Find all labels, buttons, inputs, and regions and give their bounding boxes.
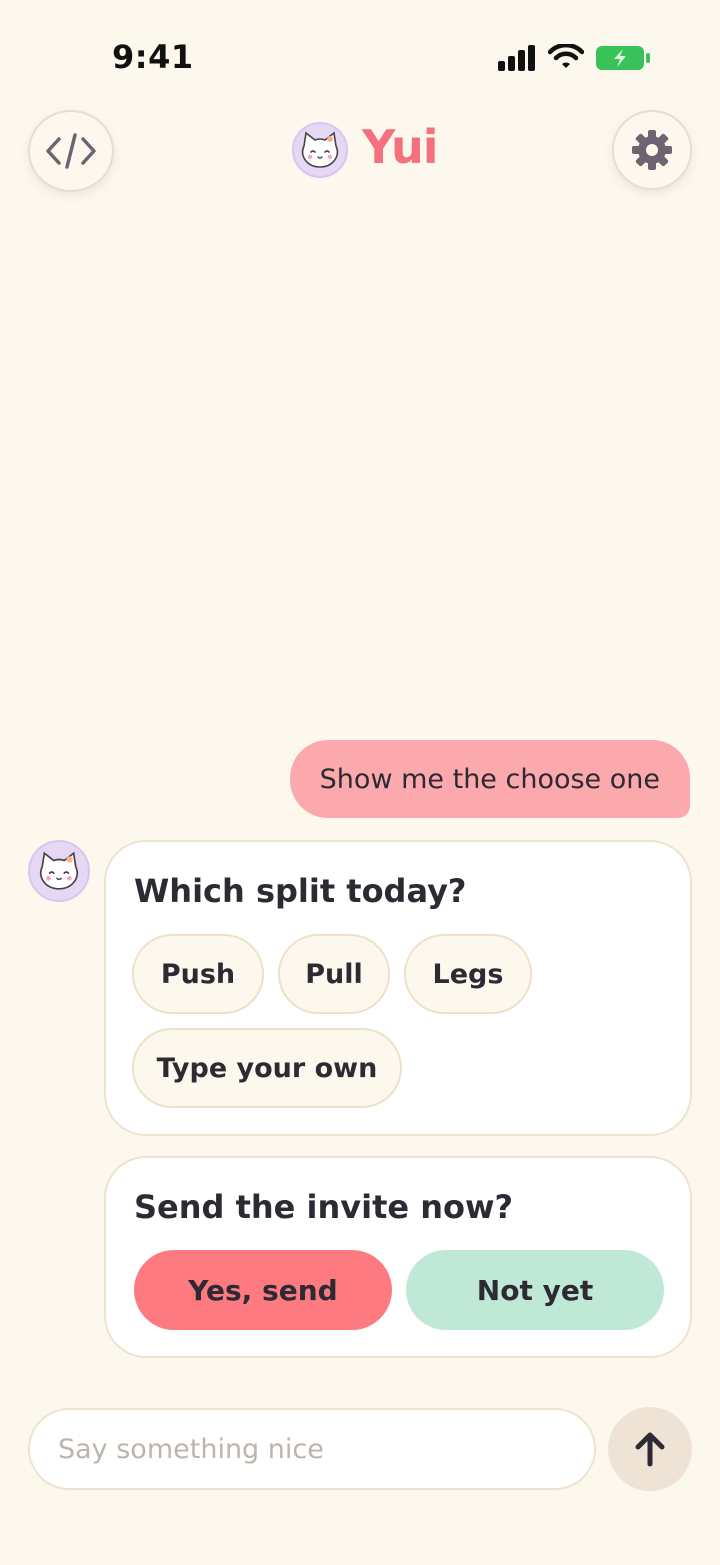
brand: Yui [292,120,438,178]
option-push-chip[interactable]: Push [132,934,264,1014]
status-bar: 9:41 [0,0,720,110]
option-legs-chip[interactable]: Legs [404,934,532,1014]
not-yet-button[interactable]: Not yet [406,1250,664,1330]
cat-face-icon [39,851,79,890]
arrow-up-icon [635,1432,665,1467]
choice-card: Which split today? Push Pull Legs Type y… [104,840,692,1136]
app-header: Yui [0,108,720,194]
code-icon [46,133,96,169]
code-button[interactable] [28,110,114,192]
cat-face-icon [301,131,339,168]
option-pull-chip[interactable]: Pull [278,934,390,1014]
settings-button[interactable] [612,110,692,190]
send-button[interactable] [608,1407,692,1491]
gear-icon [632,130,672,170]
status-icons [498,44,650,72]
brand-avatar [292,122,348,178]
status-time: 9:41 [112,38,194,76]
confirm-card: Send the invite now? Yes, send Not yet [104,1156,692,1358]
confirm-card-title: Send the invite now? [134,1188,514,1226]
brand-name: Yui [362,120,438,174]
user-message-bubble: Show me the choose one [289,740,690,818]
battery-charging-icon [596,46,650,70]
yes-send-button[interactable]: Yes, send [134,1250,392,1330]
option-type-your-own-chip[interactable]: Type your own [132,1028,402,1108]
wifi-icon [548,44,584,68]
choice-card-title: Which split today? [134,872,467,910]
cellular-signal-icon [498,45,535,71]
message-input[interactable] [28,1408,596,1490]
bot-avatar [28,840,90,902]
